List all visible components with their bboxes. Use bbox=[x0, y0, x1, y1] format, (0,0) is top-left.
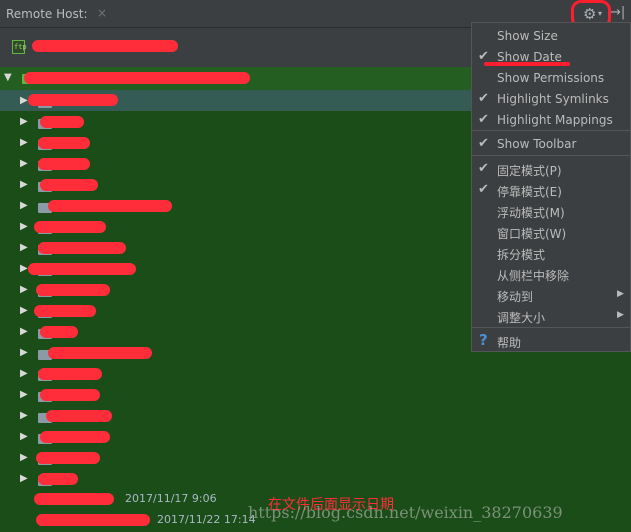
hide-panel-icon[interactable]: →| bbox=[610, 5, 625, 20]
file-name-redacted bbox=[34, 221, 106, 233]
menu-item-label: 停靠模式(E) bbox=[497, 185, 562, 199]
collapsed-arrow-icon[interactable]: ▶ bbox=[20, 116, 28, 127]
file-name-redacted bbox=[34, 493, 114, 505]
menu-item-label: 浮动模式(M) bbox=[497, 206, 565, 220]
file-date: 2017/11/17 9:06 bbox=[125, 492, 217, 505]
collapsed-arrow-icon[interactable]: ▶ bbox=[20, 368, 28, 379]
menu-item-split-mode[interactable]: 拆分模式 bbox=[472, 242, 630, 263]
collapsed-arrow-icon[interactable]: ▶ bbox=[20, 347, 28, 358]
file-name-redacted bbox=[36, 452, 100, 464]
file-name-redacted bbox=[34, 305, 96, 317]
file-name-redacted bbox=[40, 326, 78, 338]
menu-item-resize[interactable]: 调整大小 ▶ bbox=[472, 305, 630, 326]
collapsed-arrow-icon[interactable]: ▶ bbox=[20, 473, 28, 484]
collapsed-arrow-icon[interactable]: ▶ bbox=[20, 95, 28, 106]
check-icon: ✔ bbox=[478, 91, 489, 106]
check-icon: ✔ bbox=[478, 161, 489, 176]
collapsed-arrow-icon[interactable]: ▶ bbox=[20, 305, 28, 316]
menu-item-label: 帮助 bbox=[497, 336, 522, 350]
menu-separator bbox=[472, 155, 630, 156]
menu-item-label: Show Toolbar bbox=[497, 137, 577, 151]
collapsed-arrow-icon[interactable]: ▶ bbox=[20, 431, 28, 442]
file-name-redacted bbox=[28, 263, 136, 275]
file-name-redacted bbox=[38, 158, 90, 170]
close-icon[interactable]: × bbox=[97, 6, 107, 20]
menu-item-highlight-symlinks[interactable]: ✔ Highlight Symlinks bbox=[472, 88, 630, 109]
file-name-redacted bbox=[48, 347, 152, 359]
collapsed-arrow-icon[interactable]: ▶ bbox=[20, 158, 28, 169]
menu-item-label: 调整大小 bbox=[497, 311, 546, 325]
remote-host-panel: Remote Host: × ⚙ ▾ →| ftp ▼ ▶ ▶ ▶ ▶ ▶ ▶ … bbox=[0, 0, 631, 532]
file-name-redacted bbox=[36, 284, 110, 296]
file-name-redacted bbox=[28, 94, 118, 106]
collapsed-arrow-icon[interactable]: ▶ bbox=[20, 179, 28, 190]
collapsed-arrow-icon[interactable]: ▶ bbox=[20, 452, 28, 463]
host-name-redacted bbox=[32, 40, 178, 52]
menu-item-label: Highlight Mappings bbox=[497, 113, 613, 127]
annotation-underline bbox=[484, 62, 570, 66]
check-icon: ✔ bbox=[478, 112, 489, 127]
menu-item-show-permissions[interactable]: Show Permissions bbox=[472, 67, 630, 88]
file-name-redacted bbox=[40, 179, 98, 191]
collapsed-arrow-icon[interactable]: ▶ bbox=[20, 389, 28, 400]
menu-item-move-to[interactable]: 移动到 ▶ bbox=[472, 284, 630, 305]
menu-item-windowed-mode[interactable]: 窗口模式(W) bbox=[472, 221, 630, 242]
root-path-redacted bbox=[24, 72, 250, 84]
check-icon: ✔ bbox=[478, 136, 489, 151]
file-name-redacted bbox=[38, 242, 126, 254]
menu-item-label: 拆分模式 bbox=[497, 248, 546, 262]
menu-item-show-size[interactable]: Show Size bbox=[472, 25, 630, 46]
menu-item-label: 移动到 bbox=[497, 290, 534, 304]
menu-item-docked-mode[interactable]: ✔ 停靠模式(E) bbox=[472, 179, 630, 200]
collapsed-arrow-icon[interactable]: ▶ bbox=[20, 284, 28, 295]
collapsed-arrow-icon[interactable]: ▶ bbox=[20, 263, 28, 274]
file-name-redacted bbox=[36, 514, 150, 526]
collapsed-arrow-icon[interactable]: ▶ bbox=[20, 200, 28, 211]
menu-item-highlight-mappings[interactable]: ✔ Highlight Mappings bbox=[472, 109, 630, 130]
menu-item-label: 从侧栏中移除 bbox=[497, 269, 570, 283]
file-name-redacted bbox=[40, 116, 84, 128]
menu-item-label: 固定模式(P) bbox=[497, 164, 562, 178]
menu-separator bbox=[472, 130, 630, 131]
panel-title: Remote Host: bbox=[6, 7, 88, 21]
file-date: 2017/11/22 17:14 bbox=[157, 513, 256, 526]
file-name-redacted bbox=[48, 200, 172, 212]
submenu-arrow-icon: ▶ bbox=[617, 310, 624, 320]
file-name-redacted bbox=[40, 389, 100, 401]
help-icon: ? bbox=[479, 331, 488, 349]
menu-item-label: Show Size bbox=[497, 29, 558, 43]
menu-item-pinned-mode[interactable]: ✔ 固定模式(P) bbox=[472, 158, 630, 179]
collapsed-arrow-icon[interactable]: ▶ bbox=[20, 137, 28, 148]
menu-item-label: Highlight Symlinks bbox=[497, 92, 609, 106]
file-name-redacted bbox=[40, 431, 110, 443]
gear-popup-menu: Show Size ✔ Show Date Show Permissions ✔… bbox=[471, 22, 631, 352]
file-name-redacted bbox=[46, 410, 112, 422]
file-name-redacted bbox=[38, 137, 90, 149]
submenu-arrow-icon: ▶ bbox=[617, 289, 624, 299]
menu-separator bbox=[472, 327, 630, 328]
watermark: https://blog.csdn.net/weixin_38270639 bbox=[248, 503, 563, 522]
check-icon: ✔ bbox=[478, 182, 489, 197]
menu-item-label: 窗口模式(W) bbox=[497, 227, 567, 241]
menu-item-help[interactable]: ? 帮助 bbox=[472, 330, 630, 351]
menu-item-label: Show Permissions bbox=[497, 71, 605, 85]
file-name-redacted bbox=[38, 368, 102, 380]
collapsed-arrow-icon[interactable]: ▶ bbox=[20, 410, 28, 421]
menu-item-show-toolbar[interactable]: ✔ Show Toolbar bbox=[472, 133, 630, 154]
collapsed-arrow-icon[interactable]: ▶ bbox=[20, 242, 28, 253]
menu-item-float-mode[interactable]: 浮动模式(M) bbox=[472, 200, 630, 221]
file-name-redacted bbox=[38, 473, 78, 485]
ftp-icon: ftp bbox=[12, 40, 27, 54]
collapsed-arrow-icon[interactable]: ▶ bbox=[20, 326, 28, 337]
collapsed-arrow-icon[interactable]: ▶ bbox=[20, 221, 28, 232]
expanded-arrow-icon[interactable]: ▼ bbox=[4, 72, 12, 83]
menu-item-remove-from-sidebar[interactable]: 从侧栏中移除 bbox=[472, 263, 630, 284]
